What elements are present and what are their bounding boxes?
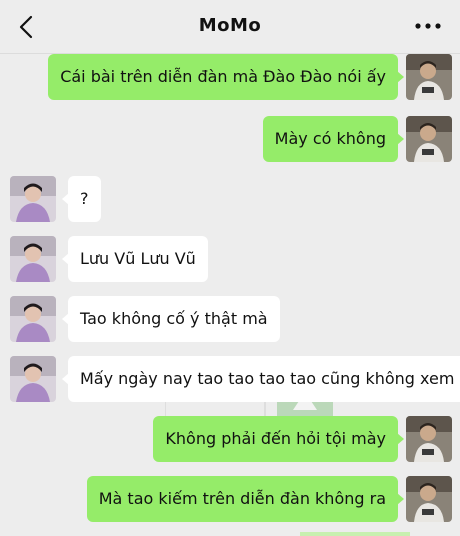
message-bubble[interactable]: ? xyxy=(62,176,101,222)
message-bubble[interactable]: Cái bài trên diễn đàn mà Đào Đào nói ấy xyxy=(48,54,404,100)
avatar[interactable] xyxy=(406,116,452,162)
message-row: Mấy ngày nay tao tao tao tao cũng không … xyxy=(0,356,460,404)
message-bubble[interactable]: Mấy ngày nay tao tao tao tao cũng không … xyxy=(61,356,460,402)
avatar[interactable] xyxy=(406,54,452,100)
chat-area[interactable]: Cái bài trên diễn đàn mà Đào Đào nói ấy … xyxy=(0,54,460,536)
message-bubble[interactable]: Lưu Vũ Lưu Vũ xyxy=(62,236,208,282)
next-message-peek xyxy=(300,532,410,536)
message-row: Không phải đến hỏi tội mày xyxy=(0,416,460,464)
message-row: Cái bài trên diễn đàn mà Đào Đào nói ấy xyxy=(0,54,460,102)
chat-title: MoMo xyxy=(198,15,262,36)
message-row: Mà tao kiếm trên diễn đàn không ra xyxy=(0,476,460,524)
avatar[interactable] xyxy=(406,416,452,462)
avatar[interactable] xyxy=(10,236,56,282)
message-row: Mày có không xyxy=(0,116,460,164)
message-row: ? xyxy=(0,176,460,224)
avatar[interactable] xyxy=(10,356,56,402)
message-row: Tao không cố ý thật mà xyxy=(0,296,460,344)
message-bubble[interactable]: Mà tao kiếm trên diễn đàn không ra xyxy=(86,476,405,522)
message-row: Lưu Vũ Lưu Vũ xyxy=(0,236,460,284)
message-bubble[interactable]: Tao không cố ý thật mà xyxy=(62,296,280,342)
message-bubble[interactable]: Không phải đến hỏi tội mày xyxy=(153,416,404,462)
more-dots-icon[interactable] xyxy=(414,16,442,36)
avatar[interactable] xyxy=(10,176,56,222)
avatar[interactable] xyxy=(406,476,452,522)
message-bubble[interactable]: Mày có không xyxy=(262,116,405,162)
avatar[interactable] xyxy=(10,296,56,342)
chat-header: MoMo xyxy=(0,0,460,54)
